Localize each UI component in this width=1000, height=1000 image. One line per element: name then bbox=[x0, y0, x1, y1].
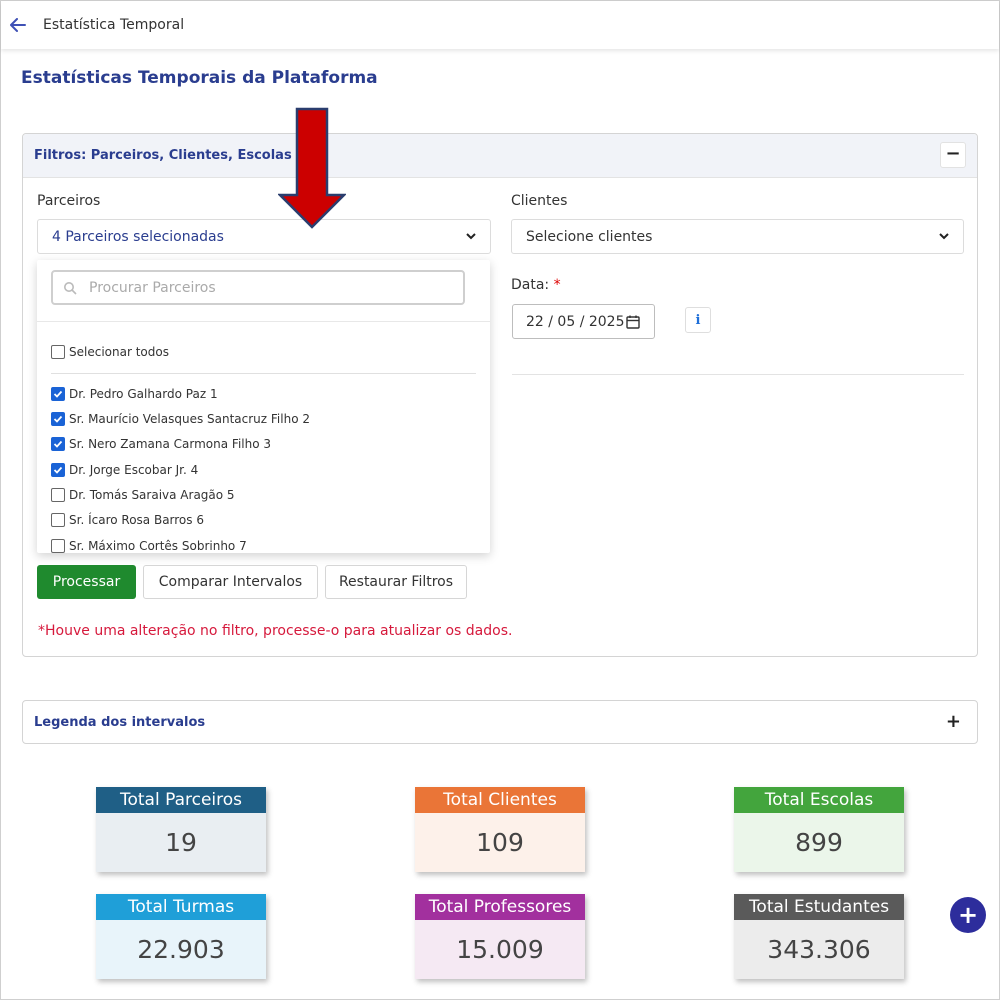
stat-tile: Total Professores 15.009 bbox=[415, 894, 585, 979]
clients-select-value: Selecione clientes bbox=[526, 228, 653, 245]
collapse-filters-button[interactable]: − bbox=[940, 142, 966, 168]
checkbox[interactable] bbox=[51, 488, 65, 502]
partners-select[interactable]: 4 Parceiros selecionadas bbox=[37, 219, 491, 254]
expand-legend-button[interactable]: + bbox=[946, 711, 961, 732]
stat-tile-label: Total Escolas bbox=[734, 787, 904, 813]
checkbox[interactable] bbox=[51, 345, 65, 359]
partner-option-label: Dr. Pedro Galhardo Paz 1 bbox=[69, 387, 218, 401]
partner-option[interactable]: Dr. Jorge Escobar Jr. 4 bbox=[51, 463, 198, 477]
process-button[interactable]: Processar bbox=[37, 565, 136, 599]
partner-option[interactable]: Sr. Nero Zamana Carmona Filho 3 bbox=[51, 437, 271, 451]
stat-tile: Total Parceiros 19 bbox=[96, 787, 266, 872]
back-arrow-icon[interactable] bbox=[1, 5, 35, 45]
stat-tile-label: Total Parceiros bbox=[96, 787, 266, 813]
checkbox[interactable] bbox=[51, 387, 65, 401]
stat-tile-value: 19 bbox=[96, 813, 266, 872]
chevron-down-icon bbox=[466, 233, 476, 240]
stat-tile-label: Total Estudantes bbox=[734, 894, 904, 920]
page-title: Estatísticas Temporais da Plataforma bbox=[21, 68, 378, 88]
stat-tile: Total Escolas 899 bbox=[734, 787, 904, 872]
checkbox[interactable] bbox=[51, 463, 65, 477]
check-icon bbox=[53, 466, 63, 474]
stat-tile-label: Total Professores bbox=[415, 894, 585, 920]
date-label-text: Data: bbox=[511, 277, 550, 293]
search-icon bbox=[64, 281, 77, 295]
filters-card-header[interactable]: Filtros: Parceiros, Clientes, Escolas e … bbox=[23, 134, 977, 178]
divider bbox=[37, 321, 490, 322]
partner-option[interactable]: Sr. Ícaro Rosa Barros 6 bbox=[51, 513, 204, 527]
partner-option-label: Sr. Nero Zamana Carmona Filho 3 bbox=[69, 437, 272, 451]
partner-option-label: Sr. Ícaro Rosa Barros 6 bbox=[69, 513, 204, 527]
stat-tile: Total Clientes 109 bbox=[415, 787, 585, 872]
partner-option-label: Sr. Máximo Cortês Sobrinho 7 bbox=[69, 539, 247, 553]
checkbox[interactable] bbox=[51, 437, 65, 451]
partner-option[interactable]: Dr. Pedro Galhardo Paz 1 bbox=[51, 387, 218, 401]
check-icon bbox=[53, 440, 63, 448]
partner-option-label: Sr. Maurício Velasques Santacruz Filho 2 bbox=[69, 412, 310, 426]
partner-option[interactable]: Dr. Tomás Saraiva Aragão 5 bbox=[51, 488, 235, 502]
check-icon bbox=[53, 390, 63, 398]
select-all-label: Selecionar todos bbox=[69, 345, 169, 359]
legend-card[interactable]: Legenda dos intervalos + bbox=[22, 700, 978, 744]
stat-tile: Total Turmas 22.903 bbox=[96, 894, 266, 979]
check-icon bbox=[53, 415, 63, 423]
partner-option-label: Dr. Jorge Escobar Jr. 4 bbox=[69, 463, 199, 477]
red-down-arrow-icon bbox=[278, 107, 346, 229]
compare-intervals-button[interactable]: Comparar Intervalos bbox=[143, 565, 318, 599]
partners-dropdown: Procurar Parceiros Selecionar todos Dr. … bbox=[37, 260, 490, 553]
clients-label: Clientes bbox=[511, 193, 568, 209]
partners-search-input[interactable]: Procurar Parceiros bbox=[51, 270, 465, 305]
stat-tile-value: 15.009 bbox=[415, 920, 585, 979]
stat-tile-value: 899 bbox=[734, 813, 904, 872]
checkbox[interactable] bbox=[51, 513, 65, 527]
add-fab-button[interactable]: + bbox=[950, 897, 986, 933]
stat-tile: Total Estudantes 343.306 bbox=[734, 894, 904, 979]
divider bbox=[51, 373, 476, 374]
checkbox[interactable] bbox=[51, 539, 65, 553]
stat-tile-value: 343.306 bbox=[734, 920, 904, 979]
stat-tile-value: 22.903 bbox=[96, 920, 266, 979]
divider bbox=[512, 374, 964, 375]
checkbox[interactable] bbox=[51, 412, 65, 426]
partner-option[interactable]: Sr. Máximo Cortês Sobrinho 7 bbox=[51, 539, 247, 553]
stat-tile-label: Total Turmas bbox=[96, 894, 266, 920]
topbar-title: Estatística Temporal bbox=[43, 17, 185, 33]
clients-select[interactable]: Selecione clientes bbox=[511, 219, 964, 254]
search-placeholder: Procurar Parceiros bbox=[89, 279, 216, 296]
chevron-down-icon bbox=[939, 233, 949, 240]
partner-option-label: Dr. Tomás Saraiva Aragão 5 bbox=[69, 488, 235, 502]
legend-title: Legenda dos intervalos bbox=[34, 714, 206, 730]
partner-option[interactable]: Sr. Maurício Velasques Santacruz Filho 2 bbox=[51, 412, 310, 426]
date-label: Data: * bbox=[511, 277, 561, 293]
date-input-value: 22 / 05 / 2025 bbox=[526, 313, 625, 330]
date-input[interactable]: 22 / 05 / 2025 bbox=[512, 304, 655, 339]
stat-tile-label: Total Clientes bbox=[415, 787, 585, 813]
info-button[interactable]: i bbox=[685, 307, 711, 333]
partners-select-value: 4 Parceiros selecionadas bbox=[52, 228, 224, 245]
stat-tile-value: 109 bbox=[415, 813, 585, 872]
reset-filters-button[interactable]: Restaurar Filtros bbox=[325, 565, 467, 599]
select-all-option[interactable]: Selecionar todos bbox=[51, 345, 169, 359]
calendar-icon[interactable] bbox=[625, 314, 641, 330]
required-marker: * bbox=[553, 277, 561, 293]
filter-changed-warning: *Houve uma alteração no filtro, processe… bbox=[38, 623, 513, 639]
top-bar: Estatística Temporal bbox=[1, 1, 999, 49]
info-icon: i bbox=[695, 312, 701, 328]
partners-label: Parceiros bbox=[37, 193, 101, 209]
